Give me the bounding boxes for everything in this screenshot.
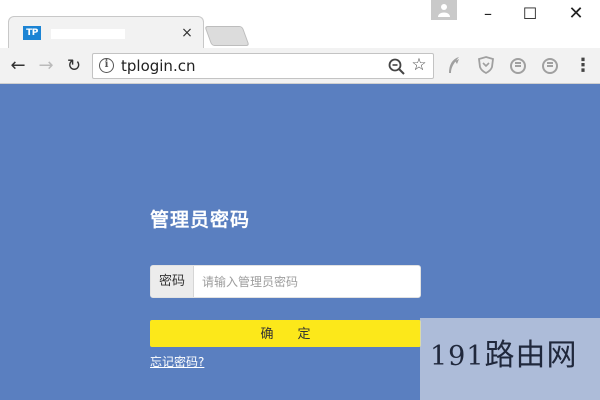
info-icon[interactable]: i — [99, 58, 114, 73]
forward-arrow-icon[interactable]: → — [34, 54, 58, 78]
back-arrow-icon[interactable]: ← — [6, 54, 30, 78]
shield-icon[interactable] — [476, 56, 496, 76]
minimize-button[interactable]: – — [468, 0, 508, 28]
circle-icon[interactable] — [508, 56, 528, 76]
reload-icon[interactable]: ↻ — [62, 54, 86, 78]
password-label: 密码 — [151, 266, 194, 297]
address-bar[interactable]: i tplogin.cn ☆ — [92, 53, 434, 79]
zoom-out-icon[interactable] — [387, 57, 407, 77]
watermark-text: 191路由网 — [430, 336, 578, 377]
maximize-button[interactable]: ☐ — [510, 0, 550, 28]
tp-favicon-icon: TP — [23, 26, 41, 40]
password-field-group: 密码 — [150, 265, 421, 298]
password-input[interactable] — [194, 266, 420, 297]
watermark: 191路由网 — [420, 318, 600, 400]
profile-icon[interactable] — [431, 0, 457, 20]
new-tab-button[interactable] — [204, 26, 250, 46]
browser-toolbar: ← → ↻ i tplogin.cn ☆ ⋮ — [0, 48, 600, 84]
circle-icon[interactable] — [540, 56, 560, 76]
browser-tab[interactable]: TP × — [8, 16, 204, 48]
tab-close-icon[interactable]: × — [179, 23, 195, 43]
close-window-button[interactable]: ✕ — [556, 0, 596, 28]
watermark-chinese: 路由网 — [484, 338, 578, 373]
tab-title-redacted — [51, 29, 125, 39]
forgot-password-link[interactable]: 忘记密码? — [150, 354, 204, 370]
url-text[interactable]: tplogin.cn — [121, 57, 195, 75]
watermark-number: 191 — [430, 341, 485, 372]
bookmark-star-icon[interactable]: ☆ — [409, 55, 429, 75]
title-bar: TP × – ☐ ✕ — [0, 0, 600, 48]
feather-icon[interactable] — [444, 56, 464, 76]
menu-dots-icon[interactable]: ⋮ — [574, 56, 592, 76]
page-title: 管理员密码 — [150, 209, 251, 231]
confirm-button[interactable]: 确定 — [150, 320, 421, 347]
